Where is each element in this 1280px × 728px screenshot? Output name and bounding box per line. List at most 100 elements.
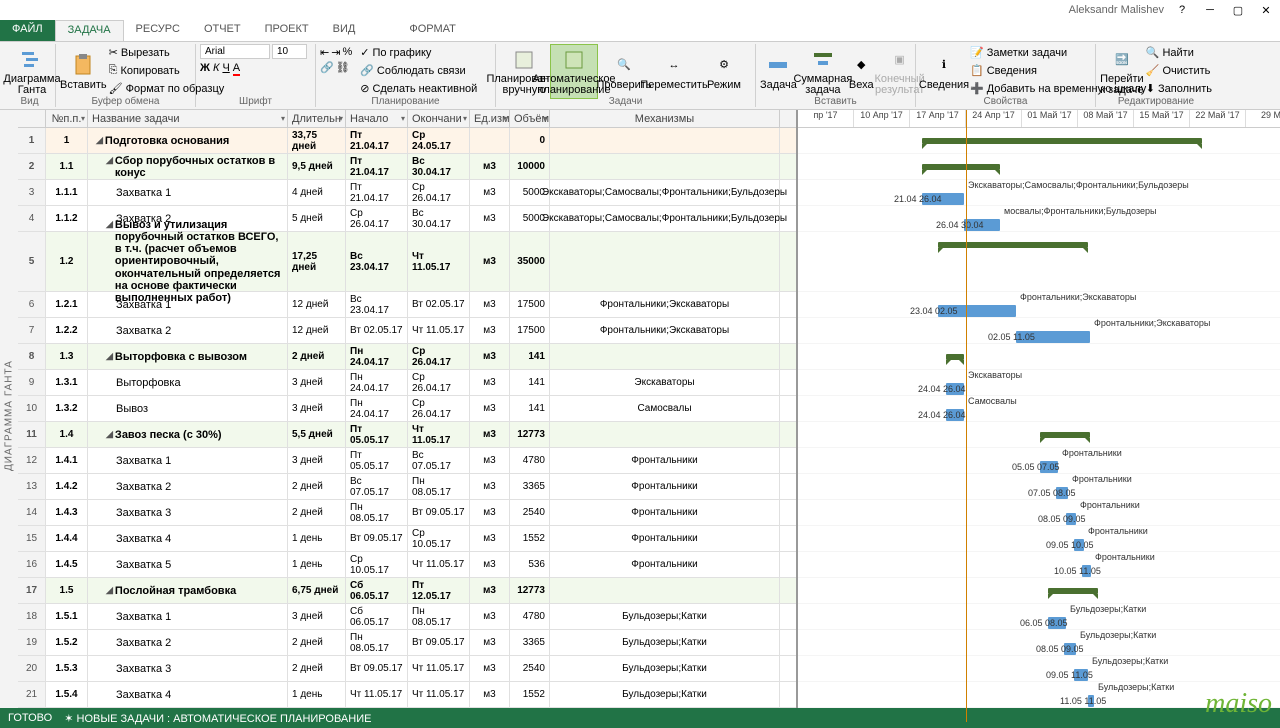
cell[interactable]: 12 (18, 448, 46, 473)
dropdown-icon[interactable]: ▾ (543, 114, 547, 123)
cell[interactable]: м3 (470, 232, 510, 291)
gantt-bar[interactable] (1048, 588, 1098, 594)
cell[interactable]: 0 (510, 128, 550, 153)
cell[interactable]: 1.3 (46, 344, 88, 369)
tab-resource[interactable]: РЕСУРС (124, 20, 192, 41)
col-wbs[interactable]: №п.п.▾ (46, 110, 88, 127)
cell[interactable]: 1.5.2 (46, 630, 88, 655)
cell[interactable]: м3 (470, 474, 510, 499)
cell[interactable]: 8 (18, 344, 46, 369)
task-name-cell[interactable]: Захватка 3 (88, 500, 288, 525)
task-name-cell[interactable]: Выторфовка (88, 370, 288, 395)
goto-button[interactable]: 🔜Перейти к задаче (1100, 44, 1144, 99)
cell[interactable]: 141 (510, 370, 550, 395)
collapse-icon[interactable]: ◢ (106, 585, 113, 596)
table-row[interactable]: 171.5◢Послойная трамбовка6,75 днейСб 06.… (18, 578, 796, 604)
cell[interactable]: Ср 26.04.17 (408, 370, 470, 395)
cell[interactable]: 1 день (288, 682, 346, 707)
cell[interactable]: 1.2.2 (46, 318, 88, 343)
cell[interactable]: 2540 (510, 656, 550, 681)
cell[interactable]: Чт 11.05.17 (346, 682, 408, 707)
cell[interactable]: Фронтальники (550, 500, 780, 525)
task-name-cell[interactable]: Захватка 4 (88, 682, 288, 707)
milestone-button[interactable]: ◆Веха (849, 44, 874, 99)
cell[interactable]: 1 день (288, 552, 346, 577)
cell[interactable]: 6 (18, 292, 46, 317)
cell[interactable]: м3 (470, 682, 510, 707)
cell[interactable]: 12 дней (288, 292, 346, 317)
cell[interactable]: 2 дней (288, 344, 346, 369)
cell[interactable]: 2 дней (288, 500, 346, 525)
cell[interactable]: Вс 23.04.17 (346, 292, 408, 317)
cell[interactable]: Бульдозеры;Катки (550, 656, 780, 681)
gantt-bar[interactable] (946, 354, 964, 360)
tab-task[interactable]: ЗАДАЧА (55, 20, 124, 41)
unlink-icon[interactable]: ⛓ (336, 61, 350, 74)
col-start[interactable]: Начало▾ (346, 110, 408, 127)
table-row[interactable]: 201.5.3Захватка 32 днейВт 09.05.17Чт 11.… (18, 656, 796, 682)
cell[interactable]: 1.4.2 (46, 474, 88, 499)
cell[interactable]: м3 (470, 154, 510, 179)
cell[interactable] (550, 578, 780, 603)
cell[interactable]: Пн 08.05.17 (408, 604, 470, 629)
task-name-cell[interactable]: Захватка 1 (88, 180, 288, 205)
font-size-select[interactable]: 10 (272, 44, 307, 59)
task-button[interactable]: Задача (760, 44, 797, 99)
cell[interactable]: Пт 21.04.17 (346, 180, 408, 205)
cell[interactable]: 5 дней (288, 206, 346, 231)
cell[interactable]: 12773 (510, 422, 550, 447)
cell[interactable]: 2 дней (288, 630, 346, 655)
cell[interactable]: 19 (18, 630, 46, 655)
dropdown-icon[interactable]: ▾ (81, 114, 85, 123)
cell[interactable] (550, 232, 780, 291)
cell[interactable] (550, 128, 780, 153)
bold-button[interactable]: Ж (200, 62, 210, 76)
collapse-icon[interactable]: ◢ (106, 351, 113, 362)
cell[interactable]: 3 дней (288, 448, 346, 473)
cell[interactable]: 2 (18, 154, 46, 179)
mode-button[interactable]: ⚙Режим (700, 44, 748, 99)
task-name-cell[interactable]: Захватка 2 (88, 630, 288, 655)
cell[interactable]: 2 дней (288, 656, 346, 681)
cell[interactable]: Фронтальники (550, 552, 780, 577)
collapse-icon[interactable]: ◢ (106, 155, 113, 166)
cell[interactable]: Чт 11.05.17 (408, 552, 470, 577)
task-name-cell[interactable]: Захватка 3 (88, 656, 288, 681)
close-icon[interactable]: ✕ (1256, 2, 1276, 18)
dropdown-icon[interactable]: ▾ (339, 114, 343, 123)
by-graph-button[interactable]: ✓По графику (360, 44, 477, 61)
table-row[interactable]: 61.2.1Захватка 112 днейВс 23.04.17Вт 02.… (18, 292, 796, 318)
cell[interactable]: 11 (18, 422, 46, 447)
gantt-view-button[interactable]: Диаграмма Ганта (8, 44, 56, 99)
tab-project[interactable]: ПРОЕКТ (253, 20, 321, 41)
cell[interactable]: Самосвалы (550, 396, 780, 421)
cell[interactable]: Пн 08.05.17 (346, 500, 408, 525)
task-name-cell[interactable]: Захватка 2 (88, 318, 288, 343)
cell[interactable]: Пт 05.05.17 (346, 422, 408, 447)
cell[interactable]: 18 (18, 604, 46, 629)
cell[interactable]: м3 (470, 500, 510, 525)
cell[interactable]: Фронтальники (550, 448, 780, 473)
cell[interactable] (550, 344, 780, 369)
auto-schedule-button[interactable]: Автоматическое планирование (550, 44, 598, 99)
cell[interactable]: м3 (470, 552, 510, 577)
table-row[interactable]: 21.1◢Сбор порубочных остатков в конус9,5… (18, 154, 796, 180)
dropdown-icon[interactable]: ▾ (503, 114, 507, 123)
gantt-bar[interactable] (922, 138, 1202, 144)
gantt-bar[interactable] (1040, 432, 1090, 438)
maximize-icon[interactable]: ▢ (1228, 2, 1248, 18)
cell[interactable]: 3365 (510, 474, 550, 499)
col-rownum[interactable] (18, 110, 46, 127)
cell[interactable]: Экскаваторы (550, 370, 780, 395)
cell[interactable]: 3 дней (288, 370, 346, 395)
task-name-cell[interactable]: ◢Выторфовка с вывозом (88, 344, 288, 369)
cell[interactable]: Ср 24.05.17 (408, 128, 470, 153)
collapse-icon[interactable]: ◢ (106, 429, 113, 440)
cell[interactable]: Ср 26.04.17 (346, 206, 408, 231)
respect-links-button[interactable]: 🔗Соблюдать связи (360, 62, 477, 79)
table-row[interactable]: 121.4.1Захватка 13 днейПт 05.05.17Вс 07.… (18, 448, 796, 474)
dropdown-icon[interactable]: ▾ (463, 114, 467, 123)
dropdown-icon[interactable]: ▾ (401, 114, 405, 123)
font-color-button[interactable]: А (233, 62, 240, 76)
clear-button[interactable]: 🧹Очистить (1146, 62, 1212, 79)
